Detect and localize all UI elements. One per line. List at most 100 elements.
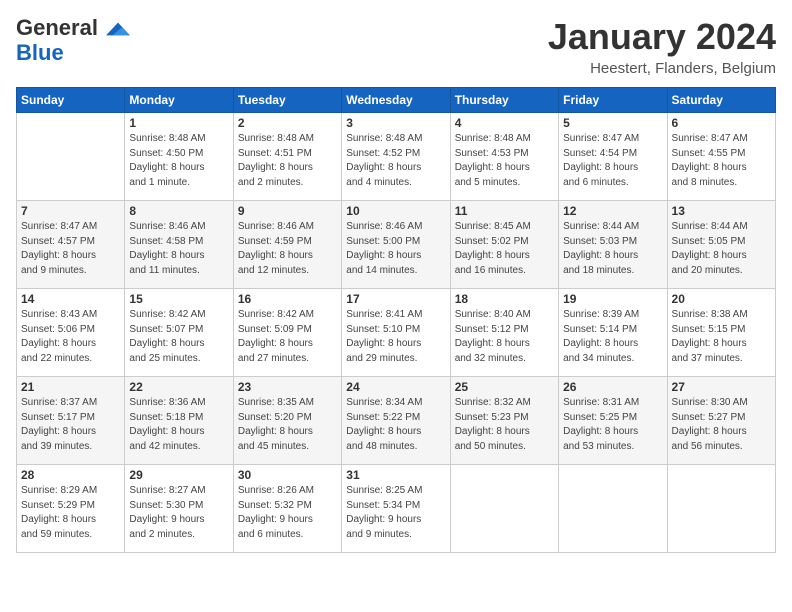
day-cell: 10 Sunrise: 8:46 AMSunset: 5:00 PMDayligh… [342, 201, 450, 289]
day-info: Sunrise: 8:42 AMSunset: 5:07 PMDaylight:… [129, 308, 228, 366]
day-number: 30 [238, 468, 337, 482]
day-header-tuesday: Tuesday [233, 88, 341, 113]
day-cell: 8 Sunrise: 8:46 AMSunset: 4:58 PMDaylight… [125, 201, 233, 289]
day-info: Sunrise: 8:25 AMSunset: 5:34 PMDaylight:… [346, 484, 445, 542]
day-info: Sunrise: 8:45 AMSunset: 5:02 PMDaylight:… [455, 220, 554, 278]
day-info: Sunrise: 8:44 AMSunset: 5:03 PMDaylight:… [563, 220, 662, 278]
day-header-monday: Monday [125, 88, 233, 113]
day-info: Sunrise: 8:26 AMSunset: 5:32 PMDaylight:… [238, 484, 337, 542]
page: General Blue January 2024 Heestert, Flan… [0, 0, 792, 612]
day-cell: 9Sunrise: 8:46 AMSunset: 4:59 PMDaylight… [233, 201, 341, 289]
location: Heestert, Flanders, Belgium [548, 60, 776, 77]
day-number: 31 [346, 468, 445, 482]
day-cell: 15 Sunrise: 8:42 AMSunset: 5:07 PMDayligh… [125, 289, 233, 377]
day-info: Sunrise: 8:48 AMSunset: 4:51 PMDaylight:… [238, 132, 337, 190]
day-cell [667, 465, 775, 553]
day-cell: 13 Sunrise: 8:44 AMSunset: 5:05 PMDayligh… [667, 201, 775, 289]
day-cell: 31 Sunrise: 8:25 AMSunset: 5:34 PMDayligh… [342, 465, 450, 553]
day-number: 3 [346, 116, 445, 130]
day-number: 2 [238, 116, 337, 130]
day-cell: 20 Sunrise: 8:38 AMSunset: 5:15 PMDayligh… [667, 289, 775, 377]
day-number: 10 [346, 204, 445, 218]
day-cell [559, 465, 667, 553]
day-info: Sunrise: 8:43 AMSunset: 5:06 PMDaylight:… [21, 308, 120, 366]
day-cell: 29 Sunrise: 8:27 AMSunset: 5:30 PMDayligh… [125, 465, 233, 553]
day-number: 24 [346, 380, 445, 394]
day-cell: 17Sunrise: 8:41 AMSunset: 5:10 PMDayligh… [342, 289, 450, 377]
day-number: 25 [455, 380, 554, 394]
day-number: 28 [21, 468, 120, 482]
day-info: Sunrise: 8:42 AMSunset: 5:09 PMDaylight:… [238, 308, 337, 366]
day-cell: 6Sunrise: 8:47 AMSunset: 4:55 PMDaylight… [667, 113, 775, 201]
day-info: Sunrise: 8:36 AMSunset: 5:18 PMDaylight:… [129, 396, 228, 454]
day-number: 23 [238, 380, 337, 394]
day-info: Sunrise: 8:37 AMSunset: 5:17 PMDaylight:… [21, 396, 120, 454]
day-cell: 2 Sunrise: 8:48 AMSunset: 4:51 PMDaylight… [233, 113, 341, 201]
day-info: Sunrise: 8:48 AMSunset: 4:53 PMDaylight:… [455, 132, 554, 190]
day-info: Sunrise: 8:48 AMSunset: 4:52 PMDaylight:… [346, 132, 445, 190]
title-block: January 2024 Heestert, Flanders, Belgium [548, 16, 776, 77]
day-info: Sunrise: 8:48 AMSunset: 4:50 PMDaylight:… [129, 132, 228, 190]
day-number: 14 [21, 292, 120, 306]
day-header-wednesday: Wednesday [342, 88, 450, 113]
day-cell: 21 Sunrise: 8:37 AMSunset: 5:17 PMDayligh… [17, 377, 125, 465]
day-info: Sunrise: 8:34 AMSunset: 5:22 PMDaylight:… [346, 396, 445, 454]
day-number: 7 [21, 204, 120, 218]
day-cell: 26Sunrise: 8:31 AMSunset: 5:25 PMDayligh… [559, 377, 667, 465]
day-header-thursday: Thursday [450, 88, 558, 113]
day-header-saturday: Saturday [667, 88, 775, 113]
day-info: Sunrise: 8:47 AMSunset: 4:57 PMDaylight:… [21, 220, 120, 278]
day-info: Sunrise: 8:35 AMSunset: 5:20 PMDaylight:… [238, 396, 337, 454]
day-info: Sunrise: 8:44 AMSunset: 5:05 PMDaylight:… [672, 220, 771, 278]
day-number: 8 [129, 204, 228, 218]
day-number: 12 [563, 204, 662, 218]
logo: General Blue [16, 16, 130, 65]
day-cell: 18Sunrise: 8:40 AMSunset: 5:12 PMDayligh… [450, 289, 558, 377]
day-info: Sunrise: 8:39 AMSunset: 5:14 PMDaylight:… [563, 308, 662, 366]
day-number: 26 [563, 380, 662, 394]
day-number: 9 [238, 204, 337, 218]
day-number: 21 [21, 380, 120, 394]
day-info: Sunrise: 8:38 AMSunset: 5:15 PMDaylight:… [672, 308, 771, 366]
day-number: 6 [672, 116, 771, 130]
day-number: 1 [129, 116, 228, 130]
day-info: Sunrise: 8:46 AMSunset: 4:58 PMDaylight:… [129, 220, 228, 278]
day-cell: 22Sunrise: 8:36 AMSunset: 5:18 PMDayligh… [125, 377, 233, 465]
day-cell: 5Sunrise: 8:47 AMSunset: 4:54 PMDaylight… [559, 113, 667, 201]
day-cell: 25Sunrise: 8:32 AMSunset: 5:23 PMDayligh… [450, 377, 558, 465]
week-row-1: 1 Sunrise: 8:48 AMSunset: 4:50 PMDaylight… [17, 113, 776, 201]
day-info: Sunrise: 8:46 AMSunset: 5:00 PMDaylight:… [346, 220, 445, 278]
day-info: Sunrise: 8:30 AMSunset: 5:27 PMDaylight:… [672, 396, 771, 454]
day-number: 29 [129, 468, 228, 482]
day-cell: 24 Sunrise: 8:34 AMSunset: 5:22 PMDayligh… [342, 377, 450, 465]
day-number: 20 [672, 292, 771, 306]
header-row: SundayMondayTuesdayWednesdayThursdayFrid… [17, 88, 776, 113]
day-info: Sunrise: 8:29 AMSunset: 5:29 PMDaylight:… [21, 484, 120, 542]
day-header-friday: Friday [559, 88, 667, 113]
logo-general: General [16, 16, 130, 41]
day-cell: 28 Sunrise: 8:29 AMSunset: 5:29 PMDayligh… [17, 465, 125, 553]
day-header-sunday: Sunday [17, 88, 125, 113]
logo-blue: Blue [16, 40, 64, 65]
day-cell: 1 Sunrise: 8:48 AMSunset: 4:50 PMDaylight… [125, 113, 233, 201]
day-number: 15 [129, 292, 228, 306]
day-cell: 12 Sunrise: 8:44 AMSunset: 5:03 PMDayligh… [559, 201, 667, 289]
day-info: Sunrise: 8:41 AMSunset: 5:10 PMDaylight:… [346, 308, 445, 366]
day-number: 19 [563, 292, 662, 306]
header: General Blue January 2024 Heestert, Flan… [16, 16, 776, 77]
day-cell: 4 Sunrise: 8:48 AMSunset: 4:53 PMDaylight… [450, 113, 558, 201]
day-cell: 16Sunrise: 8:42 AMSunset: 5:09 PMDayligh… [233, 289, 341, 377]
day-cell: 19 Sunrise: 8:39 AMSunset: 5:14 PMDayligh… [559, 289, 667, 377]
day-number: 13 [672, 204, 771, 218]
day-info: Sunrise: 8:47 AMSunset: 4:54 PMDaylight:… [563, 132, 662, 190]
day-number: 11 [455, 204, 554, 218]
day-cell [17, 113, 125, 201]
day-cell: 30 Sunrise: 8:26 AMSunset: 5:32 PMDayligh… [233, 465, 341, 553]
day-info: Sunrise: 8:27 AMSunset: 5:30 PMDaylight:… [129, 484, 228, 542]
week-row-4: 21 Sunrise: 8:37 AMSunset: 5:17 PMDayligh… [17, 377, 776, 465]
day-number: 4 [455, 116, 554, 130]
calendar-table: SundayMondayTuesdayWednesdayThursdayFrid… [16, 87, 776, 553]
week-row-3: 14 Sunrise: 8:43 AMSunset: 5:06 PMDayligh… [17, 289, 776, 377]
day-number: 27 [672, 380, 771, 394]
month-title: January 2024 [548, 16, 776, 58]
